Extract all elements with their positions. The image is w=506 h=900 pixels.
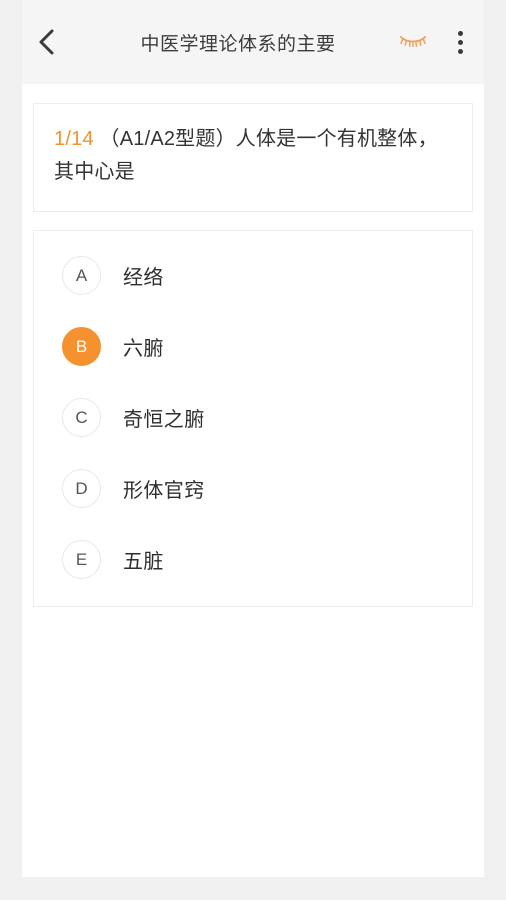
toggle-answer-visibility-button[interactable] (390, 0, 436, 84)
option-row-e[interactable]: E 五脏 (34, 524, 472, 595)
option-key-d[interactable]: D (62, 469, 101, 508)
more-vertical-icon-dot-2 (457, 39, 463, 45)
option-label-a: 经络 (123, 267, 164, 289)
page-title: 中医学理论体系的主要 (140, 33, 336, 55)
option-key-c[interactable]: C (62, 398, 101, 437)
option-key-e[interactable]: E (62, 540, 101, 579)
option-row-b[interactable]: B 六腑 (34, 311, 472, 382)
question-text: 1/14 （A1/A2型题）人体是一个有机整体，其中心是 (54, 123, 451, 189)
quiz-content: 1/14 （A1/A2型题）人体是一个有机整体，其中心是 A 经络 B 六腑 C… (22, 84, 484, 877)
question-counter: 1/14 (54, 128, 94, 150)
option-key-a[interactable]: A (62, 256, 101, 295)
option-row-d[interactable]: D 形体官窍 (34, 453, 472, 524)
option-label-c: 奇恒之腑 (123, 409, 205, 431)
chevron-left-icon (37, 27, 57, 57)
option-key-b[interactable]: B (62, 327, 101, 366)
option-row-a[interactable]: A 经络 (34, 240, 472, 311)
more-options-button[interactable] (436, 0, 484, 84)
more-vertical-icon-dot-1 (457, 30, 463, 36)
back-button[interactable] (22, 0, 72, 84)
option-label-d: 形体官窍 (123, 480, 205, 502)
option-label-e: 五脏 (123, 551, 164, 573)
option-row-c[interactable]: C 奇恒之腑 (34, 382, 472, 453)
question-card: 1/14 （A1/A2型题）人体是一个有机整体，其中心是 (33, 103, 473, 212)
eye-closed-icon (398, 31, 428, 54)
app-header: 中医学理论体系的主要 (22, 0, 484, 84)
option-label-b: 六腑 (123, 338, 164, 360)
question-body: （A1/A2型题）人体是一个有机整体，其中心是 (54, 128, 438, 183)
options-card: A 经络 B 六腑 C 奇恒之腑 D 形体官窍 E 五脏 (33, 230, 473, 607)
more-vertical-icon-dot-3 (457, 48, 463, 54)
app-screen: 中医学理论体系的主要 1/14 （A1/A2型题）人体是一个有机整体，其中心是 … (22, 0, 484, 877)
